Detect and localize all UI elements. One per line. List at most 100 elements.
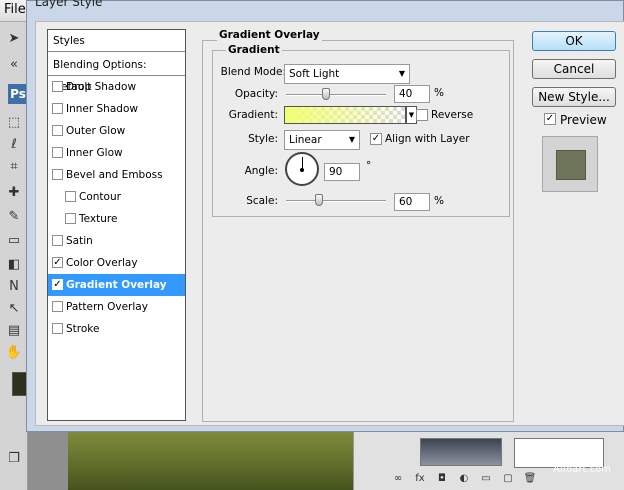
gradient-group-title: Gradient [226,44,282,56]
effect-checkbox[interactable] [65,191,76,202]
lasso-tool-icon[interactable]: ℓ [5,136,23,154]
effect-label: Color Overlay [66,257,138,269]
opacity-slider-track[interactable] [286,94,386,96]
link-layers-icon[interactable]: ∞ [389,472,407,486]
layer-thumbnail[interactable] [420,438,502,466]
effect-checkbox[interactable] [52,81,63,92]
menu-file[interactable]: File [4,2,26,17]
effect-checkbox[interactable] [52,301,63,312]
effect-item[interactable]: Inner Shadow [48,98,185,120]
fx-icon[interactable]: fx [411,472,429,486]
reverse-checkbox[interactable] [416,109,428,121]
scale-slider-thumb[interactable] [315,194,323,206]
notes-tool-icon[interactable]: ▤ [5,322,23,340]
effect-label: Outer Glow [66,125,126,137]
effect-item[interactable]: ✓ Color Overlay [48,252,185,274]
collapse-icon[interactable]: « [5,56,23,74]
scale-unit: % [434,195,444,207]
scale-slider-track[interactable] [286,200,386,202]
effect-checkbox[interactable] [52,169,63,180]
chevron-down-icon: ▼ [348,135,355,144]
effect-checkbox[interactable] [52,125,63,136]
opacity-slider-thumb[interactable] [322,88,330,100]
effect-label: Drop Shadow [66,81,137,93]
align-with-layer-label: Align with Layer [385,133,470,145]
marquee-tool-icon[interactable]: ⬚ [5,114,23,132]
brush-tool-icon[interactable]: ✎ [5,208,23,226]
effect-item[interactable]: Bevel and Emboss [48,164,185,186]
effect-item[interactable]: Outer Glow [48,120,185,142]
effect-label: Contour [79,191,121,203]
opacity-label: Opacity: [234,88,278,100]
effect-checkbox[interactable] [52,323,63,334]
angle-label: Angle: [244,165,278,177]
opacity-input[interactable]: 40 [394,85,430,103]
opacity-unit: % [434,87,444,99]
effect-checkbox[interactable]: ✓ [52,279,63,290]
effect-label: Stroke [66,323,100,335]
preview-checkbox[interactable]: ✓ [544,113,556,125]
add-mask-icon[interactable]: ◘ [433,472,451,486]
effect-item[interactable]: Inner Glow [48,142,185,164]
watermark: Alfoart.com [553,464,611,475]
blend-mode-value: Soft Light [289,68,340,80]
effect-checkbox[interactable] [52,235,63,246]
effect-checkbox[interactable] [65,213,76,224]
pen-tool-icon[interactable]: N [5,278,23,296]
trash-icon[interactable]: 🗑 [521,472,539,486]
gradient-preview[interactable] [284,106,406,124]
style-label: Style: [248,133,278,145]
effect-item[interactable]: ✓ Gradient Overlay [48,274,185,296]
blend-mode-dropdown[interactable]: Soft Light ▼ [284,64,410,84]
align-with-layer-checkbox[interactable]: ✓ [370,133,382,145]
new-group-icon[interactable]: ▭ [477,472,495,486]
blending-options-item[interactable]: Blending Options: Default [48,54,185,93]
effect-checkbox[interactable] [52,103,63,114]
gradient-tool-icon[interactable]: ◧ [5,256,23,274]
layers-panel-toolbar: ∞ fx ◘ ◐ ▭ ▢ 🗑 [389,472,539,486]
adjustment-layer-icon[interactable]: ◐ [455,472,473,486]
styles-list: Styles Blending Options: Default Drop Sh… [47,29,186,421]
path-select-tool-icon[interactable]: ↖ [5,300,23,318]
reverse-label: Reverse [431,109,474,121]
preview-swatch-color [556,150,586,180]
crop-tool-icon[interactable]: ⌗ [5,158,23,176]
effect-item[interactable]: Satin [48,230,185,252]
angle-input[interactable]: 90 [324,163,360,181]
angle-dial[interactable] [285,152,319,186]
effect-label: Satin [66,235,93,247]
preview-swatch [542,136,598,192]
angle-unit: ° [366,160,372,172]
new-layer-icon[interactable]: ▢ [499,472,517,486]
style-value: Linear [289,134,322,146]
screen-mode-icon[interactable]: ❐ [5,450,23,468]
effect-label: Bevel and Emboss [66,169,163,181]
effect-item[interactable]: Stroke [48,318,185,340]
style-dropdown[interactable]: Linear ▼ [284,130,360,150]
ok-button[interactable]: OK [532,31,616,51]
cancel-button[interactable]: Cancel [532,59,616,79]
effect-checkbox[interactable] [52,147,63,158]
canvas-photo [68,432,353,490]
healing-tool-icon[interactable]: ✚ [5,184,23,202]
toolbox: ➤ « Ps ⬚ ℓ ⌗ ✚ ✎ ▭ ◧ N ↖ ▤ ✋ ❐ [0,22,28,490]
eraser-tool-icon[interactable]: ▭ [5,232,23,250]
effect-item[interactable]: Pattern Overlay [48,296,185,318]
ps-logo-icon: Ps [8,84,28,104]
effect-label: Texture [79,213,118,225]
styles-header[interactable]: Styles [48,30,185,52]
effect-label: Gradient Overlay [66,279,167,291]
effect-label: Inner Glow [66,147,123,159]
scale-label: Scale: [246,195,278,207]
angle-center [300,168,304,172]
effect-checkbox[interactable]: ✓ [52,257,63,268]
effect-item[interactable]: Texture [48,208,185,230]
scale-input[interactable]: 60 [394,193,430,211]
layers-panel: ∞ fx ◘ ◐ ▭ ▢ 🗑 [353,432,624,490]
new-style-button[interactable]: New Style... [532,87,616,107]
move-tool-icon[interactable]: ➤ [5,30,23,48]
effect-item[interactable]: Contour [48,186,185,208]
effect-item[interactable]: Drop Shadow [48,76,185,98]
layer-style-dialog: Layer Style Styles Blending Options: Def… [26,0,624,432]
hand-tool-icon[interactable]: ✋ [5,344,23,362]
